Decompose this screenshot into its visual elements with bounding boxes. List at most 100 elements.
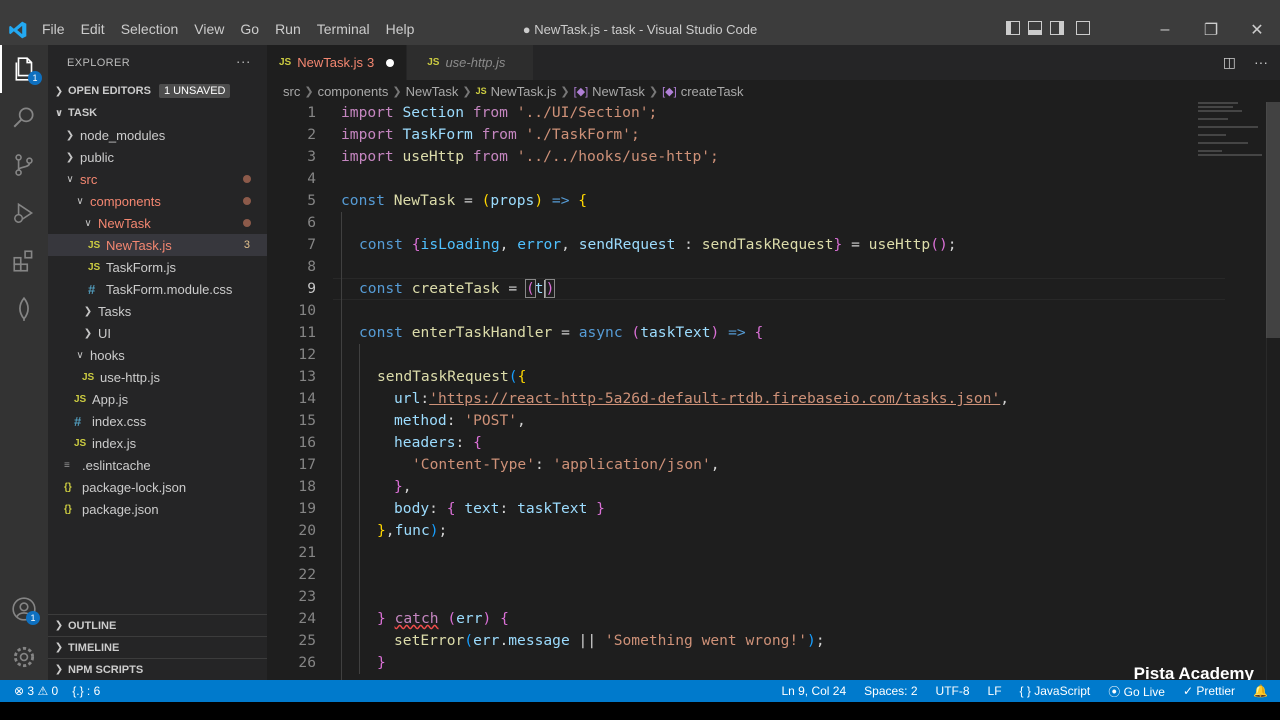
url-link[interactable]: 'https://react-http-5a26d-default-rtdb.f… <box>429 390 1000 407</box>
code-editor[interactable]: 1 import Section from '../UI/Section'; 2i… <box>267 102 1280 680</box>
code-line[interactable]: 25 setError(err.message || 'Something wen… <box>267 630 1267 652</box>
code-line[interactable]: 22 <box>267 564 1267 586</box>
code-line[interactable]: 2 import TaskForm from './TaskForm'; <box>267 124 1267 146</box>
code-line[interactable]: 11 const enterTaskHandler = async (taskTe… <box>267 322 1267 344</box>
language-mode[interactable]: { } JavaScript <box>1020 684 1091 698</box>
toggle-panel-icon[interactable] <box>1028 21 1042 35</box>
minimize-button[interactable]: – <box>1142 15 1188 45</box>
source-control-icon[interactable] <box>0 141 48 189</box>
line-ending[interactable]: LF <box>988 684 1002 698</box>
menu-go[interactable]: Go <box>240 21 267 37</box>
code-line[interactable]: 20},func); <box>267 520 1267 542</box>
indentation[interactable]: Spaces: 2 <box>864 684 917 698</box>
code-line[interactable]: 19 body: { text: taskText } <box>267 498 1267 520</box>
scrollbar-thumb[interactable] <box>1266 102 1280 338</box>
encoding[interactable]: UTF-8 <box>936 684 970 698</box>
code-line[interactable]: 14 url:'https://react-http-5a26d-default-… <box>267 388 1267 410</box>
tree-item-node-modules[interactable]: ❯ node_modules <box>48 124 267 146</box>
code-line[interactable]: 23 <box>267 586 1267 608</box>
tree-item-src[interactable]: ∨ src <box>48 168 267 190</box>
tree-item-public[interactable]: ❯ public <box>48 146 267 168</box>
problems-indicator[interactable]: ⊗ 3 ⚠ 0 <box>14 684 58 698</box>
menu-help[interactable]: Help <box>386 21 423 37</box>
code-line[interactable]: 18}, <box>267 476 1267 498</box>
mongodb-leaf-icon[interactable] <box>0 285 48 333</box>
run-debug-icon[interactable] <box>0 189 48 237</box>
bell-icon[interactable]: 🔔 <box>1253 684 1268 698</box>
search-icon[interactable] <box>0 93 48 141</box>
menu-terminal[interactable]: Terminal <box>317 21 378 37</box>
code-line[interactable]: 15 method: 'POST', <box>267 410 1267 432</box>
breadcrumb-src[interactable]: src <box>283 84 300 99</box>
tree-item-newtask-js[interactable]: JS NewTask.js 3 <box>48 234 267 256</box>
bracket-pair-status[interactable]: {.} : 6 <box>72 684 100 698</box>
code-line[interactable]: 17 'Content-Type': 'application/json', <box>267 454 1267 476</box>
code-line[interactable]: 6 <box>267 212 1267 234</box>
project-section[interactable]: ∨ TASK <box>48 102 267 124</box>
tree-item-hooks[interactable]: ∨ hooks <box>48 344 267 366</box>
breadcrumb-symbol-newtask[interactable]: NewTask <box>592 84 645 99</box>
more-actions-icon[interactable]: ··· <box>236 53 251 69</box>
code-line[interactable]: 8 <box>267 256 1267 278</box>
code-line[interactable]: 26} <box>267 652 1267 674</box>
more-actions-icon[interactable]: ··· <box>1254 54 1268 71</box>
unsaved-dot-icon[interactable] <box>386 58 395 67</box>
explorer-icon[interactable]: 1 <box>0 45 48 93</box>
breadcrumb-file[interactable]: NewTask.js <box>491 84 557 99</box>
breadcrumb-newtask-folder[interactable]: NewTask <box>406 84 459 99</box>
code-line[interactable]: 1 import Section from '../UI/Section'; <box>267 102 1267 124</box>
tree-item-eslintcache[interactable]: ≡ .eslintcache <box>48 454 267 476</box>
restore-button[interactable]: ❐ <box>1188 15 1234 45</box>
menu-edit[interactable]: Edit <box>81 21 113 37</box>
code-line[interactable]: 7 const {isLoading, error, sendRequest : … <box>267 234 1267 256</box>
menu-view[interactable]: View <box>194 21 232 37</box>
tree-item-use-http[interactable]: JS use-http.js <box>48 366 267 388</box>
code-line[interactable]: 24} catch (err) { <box>267 608 1267 630</box>
code-line[interactable]: 16 headers: { <box>267 432 1267 454</box>
menu-run[interactable]: Run <box>275 21 309 37</box>
tree-item-index-js[interactable]: JS index.js <box>48 432 267 454</box>
tree-item-ui[interactable]: ❯ UI <box>48 322 267 344</box>
code-line[interactable]: 10 <box>267 300 1267 322</box>
breadcrumb-symbol-createtask[interactable]: createTask <box>681 84 744 99</box>
code-line[interactable]: 13 sendTaskRequest({ <box>267 366 1267 388</box>
timeline-section[interactable]: ❯ TIMELINE <box>48 636 267 658</box>
tree-item-package-json[interactable]: {} package.json <box>48 498 267 520</box>
npm-scripts-section[interactable]: ❯ NPM SCRIPTS <box>48 658 267 680</box>
code-line-current[interactable]: 9 const createTask = (t) <box>267 278 1267 300</box>
tree-item-newtask-folder[interactable]: ∨ NewTask <box>48 212 267 234</box>
tree-item-app-js[interactable]: JS App.js <box>48 388 267 410</box>
split-editor-icon[interactable]: ◫ <box>1223 54 1236 71</box>
gear-icon[interactable] <box>0 633 48 681</box>
tree-item-tasks[interactable]: ❯ Tasks <box>48 300 267 322</box>
tree-item-index-css[interactable]: # index.css <box>48 410 267 432</box>
extensions-icon[interactable] <box>0 237 48 285</box>
code-line[interactable]: 4 <box>267 168 1267 190</box>
tree-item-taskform-js[interactable]: JS TaskForm.js <box>48 256 267 278</box>
tree-item-components[interactable]: ∨ components <box>48 190 267 212</box>
outline-section[interactable]: ❯ OUTLINE <box>48 614 267 636</box>
menu-selection[interactable]: Selection <box>121 21 187 37</box>
close-button[interactable]: ✕ <box>1234 15 1280 45</box>
go-live-button[interactable]: ⦿ Go Live <box>1108 683 1165 700</box>
code-line[interactable]: 3 import useHttp from '../../hooks/use-ht… <box>267 146 1267 168</box>
accounts-icon[interactable]: 1 <box>0 585 48 633</box>
code-line[interactable]: 5 const NewTask = (props) => { <box>267 190 1267 212</box>
prettier-button[interactable]: ✓ Prettier <box>1183 684 1235 698</box>
tree-item-taskform-css[interactable]: # TaskForm.module.css <box>48 278 267 300</box>
minimap[interactable] <box>1198 102 1266 162</box>
customize-layout-icon[interactable] <box>1076 21 1090 35</box>
line-number: 8 <box>307 258 316 275</box>
tree-item-package-lock[interactable]: {} package-lock.json <box>48 476 267 498</box>
code-line[interactable]: 12 <box>267 344 1267 366</box>
menu-file[interactable]: File <box>42 21 73 37</box>
breadcrumb-components[interactable]: components <box>318 84 389 99</box>
tab-use-http-js[interactable]: JS use-http.js <box>407 45 535 80</box>
code-line[interactable]: 21 <box>267 542 1267 564</box>
open-editors-section[interactable]: ❯ OPEN EDITORS 1 UNSAVED <box>48 80 267 102</box>
cursor-position[interactable]: Ln 9, Col 24 <box>781 684 846 698</box>
tab-newtask-js[interactable]: JS NewTask.js 3 <box>267 45 408 80</box>
toggle-secondary-sidebar-icon[interactable] <box>1050 21 1064 35</box>
modified-dot-icon <box>243 219 251 227</box>
toggle-sidebar-icon[interactable] <box>1006 21 1020 35</box>
